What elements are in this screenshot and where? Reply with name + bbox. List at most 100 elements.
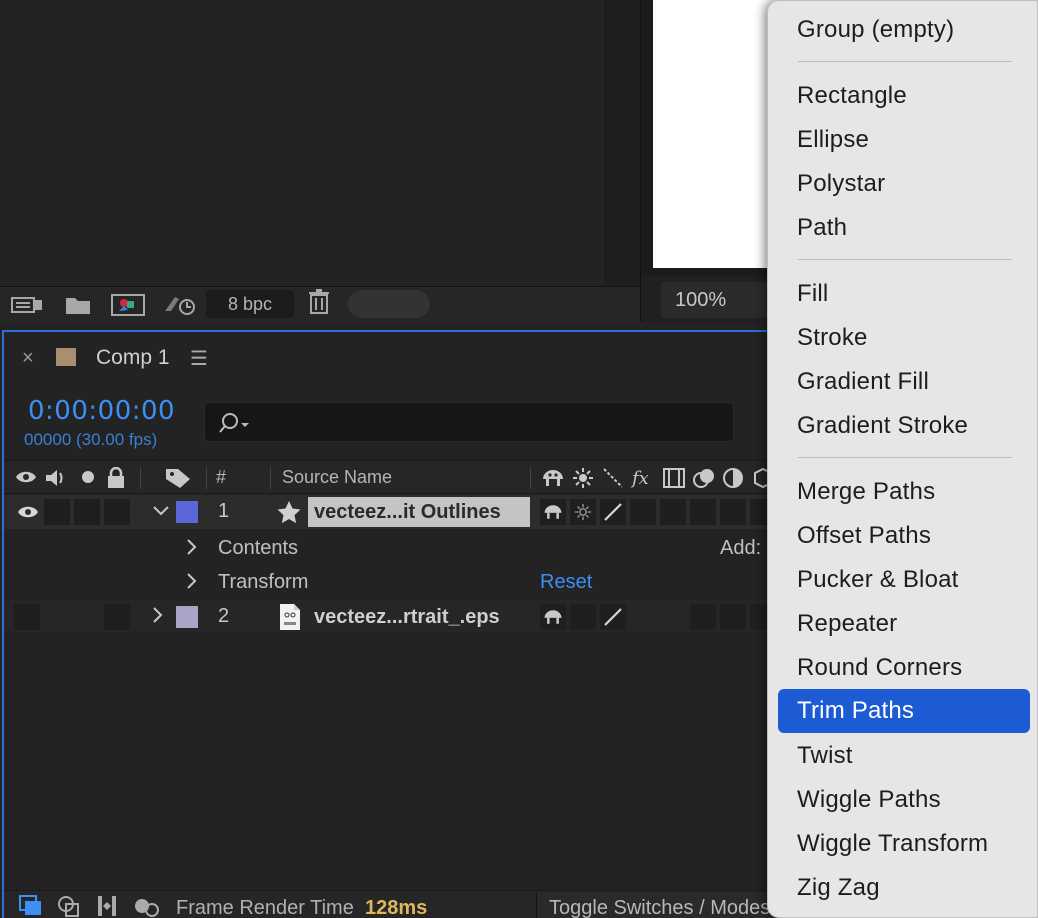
effects-switch[interactable]	[630, 499, 656, 525]
chevron-right-icon[interactable]	[184, 537, 198, 562]
column-divider	[206, 467, 207, 489]
menu-item-wiggle-paths[interactable]: Wiggle Paths	[778, 779, 1030, 821]
transform-label: Transform	[218, 571, 309, 593]
label-column-icon[interactable]	[164, 467, 192, 494]
menu-item-offset-paths[interactable]: Offset Paths	[778, 515, 1030, 557]
menu-separator	[798, 457, 1012, 458]
chevron-down-icon[interactable]	[152, 500, 170, 525]
menu-item-round-corners[interactable]: Round Corners	[778, 647, 1030, 689]
layer-search-input[interactable]	[204, 402, 734, 442]
solo-toggle[interactable]	[74, 499, 100, 525]
panel-menu-icon[interactable]: ☰	[190, 346, 208, 371]
eye-column-icon[interactable]	[14, 467, 38, 492]
column-divider	[270, 467, 271, 489]
menu-item-trim-paths[interactable]: Trim Paths	[778, 689, 1030, 733]
toggle-switches-modes-button[interactable]: Toggle Switches / Modes	[536, 893, 796, 918]
adjustment-layer-icon[interactable]	[722, 467, 744, 494]
column-divider	[140, 467, 141, 489]
interpret-footage-icon[interactable]	[10, 293, 44, 317]
frame-render-value: 128ms	[364, 897, 428, 918]
lock-column-icon[interactable]	[106, 466, 126, 494]
menu-item-polystar[interactable]: Polystar	[778, 163, 1030, 205]
menu-separator	[798, 61, 1012, 62]
lock-toggle[interactable]	[104, 499, 130, 525]
frame-render-label: Frame Render Time	[176, 897, 354, 918]
render-queue-icon[interactable]	[160, 293, 200, 317]
layer-label-color[interactable]	[176, 501, 198, 523]
eps-file-icon	[278, 603, 302, 636]
menu-item-twist[interactable]: Twist	[778, 735, 1030, 777]
menu-item-zig-zag[interactable]: Zig Zag	[778, 867, 1030, 909]
toggle-masks-icon[interactable]	[56, 894, 82, 918]
motion-blur-switch[interactable]	[690, 604, 716, 630]
layer-number: 2	[218, 605, 230, 627]
shy-switch[interactable]	[540, 499, 566, 525]
eye-icon[interactable]	[16, 503, 40, 526]
frame-blending-icon[interactable]	[662, 467, 686, 494]
menu-item-merge-paths[interactable]: Merge Paths	[778, 471, 1030, 513]
collapse-switch[interactable]	[570, 604, 596, 630]
collapse-switch[interactable]	[570, 499, 596, 525]
shy-switch-icon[interactable]	[540, 467, 566, 494]
layer-name[interactable]: vecteez...rtrait_.eps	[308, 602, 530, 632]
menu-item-fill[interactable]: Fill	[778, 273, 1030, 315]
frame-count-display: 00000 (30.00 fps)	[24, 430, 158, 449]
menu-item-pucker-bloat[interactable]: Pucker & Bloat	[778, 559, 1030, 601]
shy-switch[interactable]	[540, 604, 566, 630]
quality-switch-icon[interactable]	[602, 467, 624, 494]
tab-close-button[interactable]: ×	[22, 347, 34, 370]
new-folder-icon[interactable]	[62, 293, 94, 317]
menu-item-group-empty[interactable]: Group (empty)	[778, 9, 1030, 51]
frame-render-time: Frame Render Time 128ms	[176, 897, 427, 918]
quality-switch[interactable]	[600, 604, 626, 630]
audio-column-icon[interactable]	[44, 467, 68, 494]
eye-toggle[interactable]	[14, 604, 40, 630]
project-scrollbar[interactable]	[606, 0, 640, 286]
bit-depth-button[interactable]: 8 bpc	[206, 290, 294, 318]
adjustment-switch[interactable]	[720, 499, 746, 525]
source-name-header[interactable]: Source Name	[282, 467, 392, 488]
reset-link[interactable]: Reset	[540, 571, 592, 594]
menu-item-path[interactable]: Path	[778, 207, 1030, 249]
lock-toggle[interactable]	[104, 604, 130, 630]
solo-column-icon[interactable]	[80, 467, 96, 492]
layer-number: 1	[218, 500, 230, 522]
project-search-pill[interactable]	[348, 290, 430, 318]
comp-color-swatch	[56, 348, 76, 366]
menu-item-wiggle-transform[interactable]: Wiggle Transform	[778, 823, 1030, 865]
menu-item-repeater[interactable]: Repeater	[778, 603, 1030, 645]
collapse-switch-icon[interactable]	[572, 467, 594, 494]
search-icon	[217, 411, 255, 440]
contents-label: Contents	[218, 537, 299, 559]
effects-switch-icon[interactable]: fx	[630, 467, 654, 494]
layer-label-color[interactable]	[176, 606, 198, 628]
motion-blur-switch[interactable]	[690, 499, 716, 525]
menu-item-ellipse[interactable]: Ellipse	[778, 119, 1030, 161]
new-composition-icon[interactable]	[110, 293, 146, 317]
shape-layer-star-icon	[276, 500, 302, 529]
add-menu-button[interactable]: Add:	[720, 537, 761, 560]
column-divider	[530, 467, 531, 489]
menu-item-rectangle[interactable]: Rectangle	[778, 75, 1030, 117]
add-shape-context-menu: Group (empty) Rectangle Ellipse Polystar…	[767, 0, 1038, 918]
chevron-right-icon[interactable]	[184, 571, 198, 596]
project-list-area[interactable]	[0, 0, 606, 286]
adjustment-switch[interactable]	[720, 604, 746, 630]
current-time-display[interactable]: 0:00:00:00	[28, 396, 175, 426]
svg-text:fx: fx	[630, 468, 649, 489]
menu-item-gradient-stroke[interactable]: Gradient Stroke	[778, 405, 1030, 447]
frame-blend-switch[interactable]	[660, 499, 686, 525]
quality-switch[interactable]	[600, 499, 626, 525]
layer-name[interactable]: vecteez...it Outlines	[308, 497, 530, 527]
draft-3d-icon[interactable]	[132, 894, 162, 918]
menu-item-gradient-fill[interactable]: Gradient Fill	[778, 361, 1030, 403]
motion-blur-icon[interactable]	[692, 467, 718, 494]
chevron-right-icon[interactable]	[150, 605, 164, 630]
trash-icon[interactable]	[304, 289, 334, 314]
audio-toggle[interactable]	[44, 499, 70, 525]
toggle-in-out-icon[interactable]	[94, 894, 120, 918]
comp-flowchart-icon[interactable]	[18, 894, 44, 918]
project-panel	[0, 0, 640, 322]
tab-comp-1[interactable]: Comp 1	[96, 346, 170, 370]
menu-item-stroke[interactable]: Stroke	[778, 317, 1030, 359]
